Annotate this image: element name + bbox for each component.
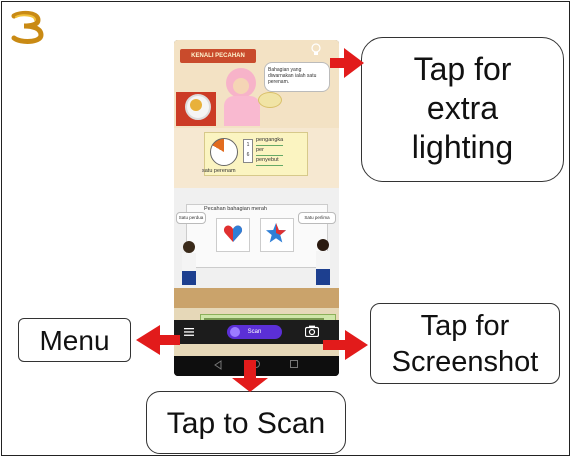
held-plate-illustration bbox=[258, 92, 282, 108]
book-page-classroom: Pecahan bahagian merah Satu perdua Satu … bbox=[174, 188, 339, 308]
brand-logo-3 bbox=[11, 10, 44, 44]
callout-screenshot: Tap for Screenshot bbox=[370, 303, 560, 384]
phone-mockup: KENALI PECAHAN Bahagian yang diwarnakan … bbox=[174, 40, 339, 376]
back-icon[interactable] bbox=[214, 360, 222, 370]
hamburger-menu-icon[interactable] bbox=[184, 328, 194, 336]
light-bulb-icon[interactable] bbox=[311, 43, 321, 57]
fraction-caption: satu perenam bbox=[202, 168, 236, 174]
callout-line: lighting bbox=[411, 129, 514, 165]
camera-icon[interactable] bbox=[305, 325, 319, 337]
star-shape-illustration bbox=[266, 223, 286, 243]
callout-line: extra bbox=[426, 90, 499, 126]
fraction-label: per bbox=[256, 146, 284, 156]
callout-scan: Tap to Scan bbox=[146, 391, 346, 454]
callout-extra-lighting: Tap for extra lighting bbox=[361, 37, 564, 182]
fraction-label: penyebut bbox=[256, 156, 284, 166]
girl-face-illustration bbox=[233, 78, 249, 94]
fraction-pie-illustration bbox=[210, 138, 238, 166]
callout-line: Screenshot bbox=[391, 346, 539, 378]
callout-menu: Menu bbox=[18, 318, 131, 362]
home-icon[interactable] bbox=[252, 360, 260, 368]
callout-line: Tap for bbox=[420, 310, 510, 342]
food-illustration bbox=[190, 99, 202, 111]
fraction-numerator: 1 bbox=[246, 142, 250, 148]
callout-line: Tap for bbox=[413, 51, 512, 87]
scan-icon bbox=[230, 327, 240, 337]
recent-apps-icon[interactable] bbox=[290, 360, 298, 368]
scene-title: Pecahan bahagian merah bbox=[204, 206, 267, 212]
page-banner: KENALI PECAHAN bbox=[180, 49, 256, 63]
scan-button-label: Scan bbox=[247, 329, 262, 335]
student-illustration-right bbox=[316, 239, 330, 285]
student-illustration-left bbox=[182, 241, 196, 285]
fraction-denominator: 6 bbox=[246, 152, 250, 158]
speech-bubble: Bahagian yang diwarnakan ialah satu pere… bbox=[264, 62, 330, 92]
fraction-box: 1 6 bbox=[243, 139, 253, 163]
book-page-fraction: 1 6 pengangka per penyebut satu perenam bbox=[174, 128, 339, 188]
camera-viewfinder: KENALI PECAHAN Bahagian yang diwarnakan … bbox=[174, 40, 339, 356]
girl-body-illustration bbox=[224, 96, 260, 126]
speech-bubble-right: Satu perlima bbox=[298, 212, 336, 224]
classroom-floor bbox=[174, 288, 339, 308]
fraction-labels: pengangka per penyebut bbox=[256, 136, 284, 166]
speech-bubble-left: Satu perdua bbox=[176, 212, 206, 224]
heart-shape-illustration bbox=[223, 225, 243, 242]
fraction-label: pengangka bbox=[256, 136, 284, 146]
